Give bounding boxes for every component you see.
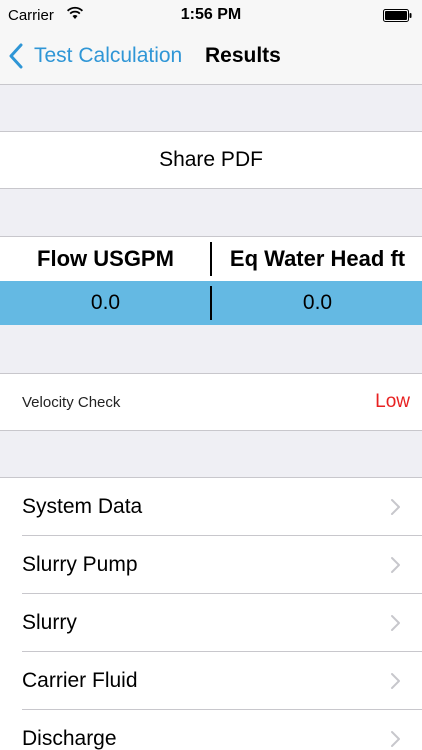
status-bar: Carrier 1:56 PM: [0, 0, 422, 30]
list-item-label: Slurry: [22, 611, 77, 634]
list-item-system-data[interactable]: System Data: [0, 478, 422, 536]
results-values-row: 0.0 0.0: [0, 281, 422, 325]
list-item-label: Slurry Pump: [22, 553, 138, 576]
chevron-right-icon: [391, 499, 400, 515]
list-item-label: Discharge: [22, 727, 117, 750]
flow-value: 0.0: [90, 291, 121, 314]
separator: [0, 188, 422, 189]
chevron-right-icon: [391, 557, 400, 573]
velocity-check-row: Velocity Check Low: [0, 374, 422, 430]
water-head-value: 0.0: [302, 291, 333, 314]
velocity-check-value: Low: [375, 391, 410, 412]
page-title: Results: [205, 44, 281, 67]
list-item-label: Carrier Fluid: [22, 669, 138, 692]
clock: 1:56 PM: [180, 6, 242, 23]
chevron-right-icon: [391, 731, 400, 747]
results-header-row: Flow USGPM Eq Water Head ft: [0, 237, 422, 281]
share-pdf-button[interactable]: Share PDF: [0, 132, 422, 188]
velocity-check-label: Velocity Check: [22, 394, 121, 411]
chevron-right-icon: [391, 673, 400, 689]
battery-icon: [383, 9, 412, 22]
back-button-label: Test Calculation: [34, 44, 183, 67]
back-button[interactable]: Test Calculation: [8, 40, 182, 72]
navigation-bar: Test Calculation Results: [0, 30, 422, 85]
list-item-slurry[interactable]: Slurry: [0, 594, 422, 652]
flow-header: Flow USGPM: [37, 246, 174, 271]
chevron-right-icon: [391, 615, 400, 631]
list-item-slurry-pump[interactable]: Slurry Pump: [0, 536, 422, 594]
chevron-left-icon: [9, 43, 23, 69]
water-head-header: Eq Water Head ft: [229, 246, 406, 271]
list-item-label: System Data: [22, 495, 143, 518]
list-item-carrier-fluid[interactable]: Carrier Fluid: [0, 652, 422, 710]
separator: [0, 430, 422, 431]
list-item-discharge[interactable]: Discharge: [0, 710, 422, 750]
